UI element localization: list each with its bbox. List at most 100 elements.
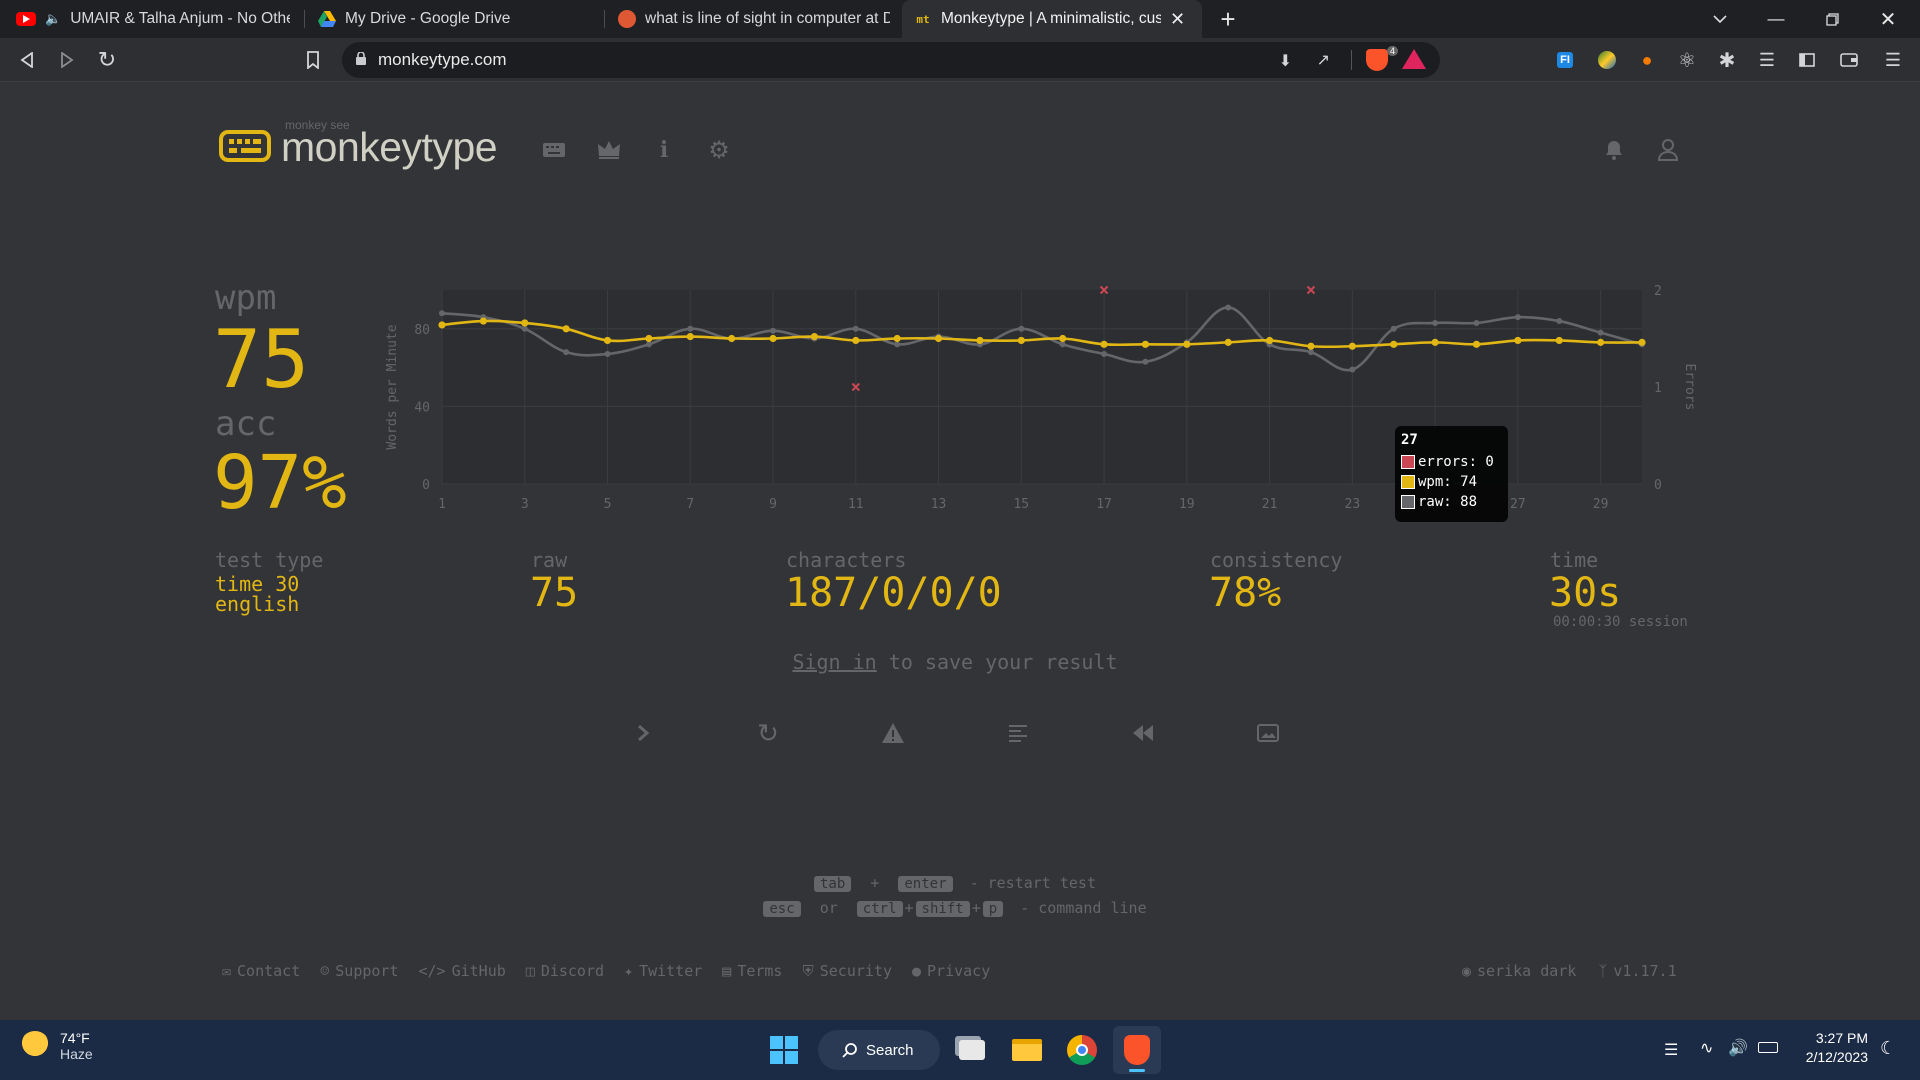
footer-github-link[interactable]: </> GitHub bbox=[419, 962, 506, 980]
extensions-puzzle-icon[interactable]: ✱ bbox=[1710, 38, 1744, 82]
extension-person-icon[interactable]: ● bbox=[1630, 38, 1664, 82]
acc-value: 97% bbox=[213, 440, 347, 526]
minimize-button[interactable]: — bbox=[1748, 0, 1804, 38]
shield-icon: ⛨ bbox=[802, 962, 814, 980]
tab-youtube[interactable]: 🔈 UMAIR & Talha Anjum - No Other bbox=[4, 0, 302, 38]
extension-fi-icon[interactable]: FI bbox=[1548, 38, 1582, 82]
wpm-data-point bbox=[1472, 340, 1481, 348]
theme-button[interactable]: ◉ serika dark bbox=[1462, 962, 1576, 980]
extension-react-icon[interactable]: ⚛ bbox=[1670, 38, 1704, 82]
start-button[interactable] bbox=[760, 1026, 808, 1074]
screenshot-button[interactable] bbox=[1247, 712, 1289, 754]
footer-contact-link[interactable]: ✉ Contact bbox=[222, 962, 300, 980]
sidebar-icon[interactable] bbox=[1790, 38, 1824, 82]
warning-icon bbox=[882, 723, 904, 743]
account-icon[interactable] bbox=[1652, 134, 1684, 166]
footer-security-link[interactable]: ⛨ Security bbox=[802, 962, 892, 980]
focus-moon-icon[interactable]: ☾ bbox=[1880, 1038, 1896, 1059]
download-icon[interactable]: ⬇ bbox=[1279, 51, 1292, 71]
volume-icon[interactable]: 🔊 bbox=[1728, 1038, 1748, 1058]
restart-hint: tab + enter - restart test bbox=[0, 874, 1910, 892]
weather-widget[interactable]: 74°F Haze bbox=[20, 1030, 93, 1062]
raw-data-point bbox=[770, 327, 777, 334]
brave-shield-icon[interactable] bbox=[1366, 49, 1388, 71]
tab-key: tab bbox=[813, 876, 852, 892]
errors-swatch bbox=[1401, 455, 1415, 469]
clock[interactable]: 3:27 PM 2/12/2023 bbox=[1796, 1030, 1868, 1065]
settings-gear-icon[interactable]: ⚙ bbox=[703, 134, 735, 166]
footer-discord-link[interactable]: ◫ Discord bbox=[526, 962, 604, 980]
bookmark-icon[interactable] bbox=[296, 38, 330, 82]
extension-globe-icon[interactable] bbox=[1590, 38, 1624, 82]
wpm-data-point bbox=[603, 336, 612, 345]
menu-icon[interactable]: ☰ bbox=[1876, 38, 1910, 82]
notification-bell-icon[interactable] bbox=[1598, 134, 1630, 166]
word-history-button[interactable] bbox=[997, 712, 1039, 754]
brave-browser-icon[interactable] bbox=[1113, 1026, 1161, 1074]
task-view-icon[interactable] bbox=[948, 1026, 996, 1074]
share-icon[interactable]: ↗ bbox=[1317, 50, 1330, 70]
y-tick-label: 40 bbox=[414, 400, 430, 415]
restore-button[interactable] bbox=[1804, 0, 1860, 38]
wpm-data-point bbox=[686, 332, 694, 341]
code-branch-icon: ᛉ bbox=[1598, 962, 1608, 980]
x-tick-label: 7 bbox=[686, 497, 694, 512]
wifi-icon[interactable]: ∿ bbox=[1700, 1038, 1713, 1058]
forward-icon[interactable] bbox=[50, 38, 84, 82]
reload-icon[interactable]: ↻ bbox=[90, 38, 124, 82]
close-tab-icon[interactable]: ✕ bbox=[1170, 9, 1185, 30]
close-window-button[interactable]: ✕ bbox=[1860, 0, 1916, 38]
wpm-data-point bbox=[1059, 334, 1067, 343]
replay-button[interactable] bbox=[1122, 712, 1164, 754]
taskbar-search[interactable]: Search bbox=[818, 1030, 940, 1070]
raw-data-point bbox=[1101, 351, 1108, 358]
footer-privacy-link[interactable]: ● Privacy bbox=[912, 962, 990, 980]
lock-icon bbox=[356, 50, 366, 70]
back-icon[interactable] bbox=[10, 38, 44, 82]
logo[interactable]: monkey see monkeytype bbox=[219, 118, 524, 170]
file-explorer-icon[interactable] bbox=[1003, 1026, 1051, 1074]
media-queue-icon[interactable]: ☰ bbox=[1750, 38, 1784, 82]
wpm-data-point bbox=[1017, 336, 1025, 345]
footer-support-link[interactable]: ☺ Support bbox=[320, 962, 398, 980]
tab-monkeytype[interactable]: mt Monkeytype | A minimalistic, cust ✕ bbox=[902, 0, 1202, 38]
tab-duckduckgo[interactable]: what is line of sight in computer at Du bbox=[606, 0, 902, 38]
practice-words-button[interactable] bbox=[872, 712, 914, 754]
brave-rewards-icon[interactable] bbox=[1402, 49, 1426, 69]
sign-in-link[interactable]: Sign in bbox=[792, 650, 876, 674]
tab-audio-icon[interactable]: 🔈 bbox=[45, 11, 61, 27]
footer-terms-link[interactable]: ▤ Terms bbox=[722, 962, 782, 980]
crown-icon[interactable] bbox=[593, 134, 625, 166]
footer-links: ✉ Contact ☺ Support </> GitHub ◫ Discord ✦ Tw… bbox=[222, 962, 990, 980]
chart-svg: 040800121357911131517192123252729Words p… bbox=[385, 284, 1697, 512]
x-tick-label: 13 bbox=[931, 497, 947, 512]
x-tick-label: 5 bbox=[604, 497, 612, 512]
new-tab-button[interactable]: + bbox=[1200, 0, 1256, 38]
keyboard-icon[interactable] bbox=[538, 134, 570, 166]
repeat-test-button[interactable]: ↻ bbox=[747, 712, 789, 754]
wallet-icon[interactable] bbox=[1832, 38, 1866, 82]
footer-twitter-link[interactable]: ✦ Twitter bbox=[624, 962, 702, 980]
tab-search-icon[interactable] bbox=[1692, 0, 1748, 38]
raw-data-point bbox=[1597, 329, 1604, 336]
info-icon[interactable]: i bbox=[648, 134, 680, 166]
tray-chat-icon[interactable]: ☰ bbox=[1664, 1040, 1678, 1060]
wpm-data-point bbox=[1390, 340, 1398, 348]
chevron-right-icon bbox=[638, 724, 649, 742]
acc-label: acc bbox=[215, 404, 277, 444]
wpm-data-point bbox=[769, 334, 777, 343]
weather-description: Haze bbox=[60, 1046, 93, 1062]
wpm-data-point bbox=[1100, 340, 1108, 348]
footer-right: ◉ serika dark ᛉ v1.17.1 bbox=[1462, 962, 1677, 980]
time-label: time bbox=[1550, 548, 1599, 572]
raw-value: 75 bbox=[530, 570, 579, 616]
lines-icon bbox=[1009, 725, 1027, 742]
wpm-chart[interactable]: 040800121357911131517192123252729Words p… bbox=[370, 272, 1720, 522]
chrome-icon[interactable] bbox=[1058, 1026, 1106, 1074]
next-test-button[interactable] bbox=[622, 712, 664, 754]
tab-google-drive[interactable]: My Drive - Google Drive bbox=[306, 0, 602, 38]
version-link[interactable]: ᛉ v1.17.1 bbox=[1598, 962, 1676, 980]
address-bar[interactable]: monkeytype.com ⬇ ↗ 4 bbox=[342, 42, 1440, 78]
battery-icon[interactable] bbox=[1758, 1042, 1778, 1053]
consistency-label: consistency bbox=[1210, 548, 1343, 572]
